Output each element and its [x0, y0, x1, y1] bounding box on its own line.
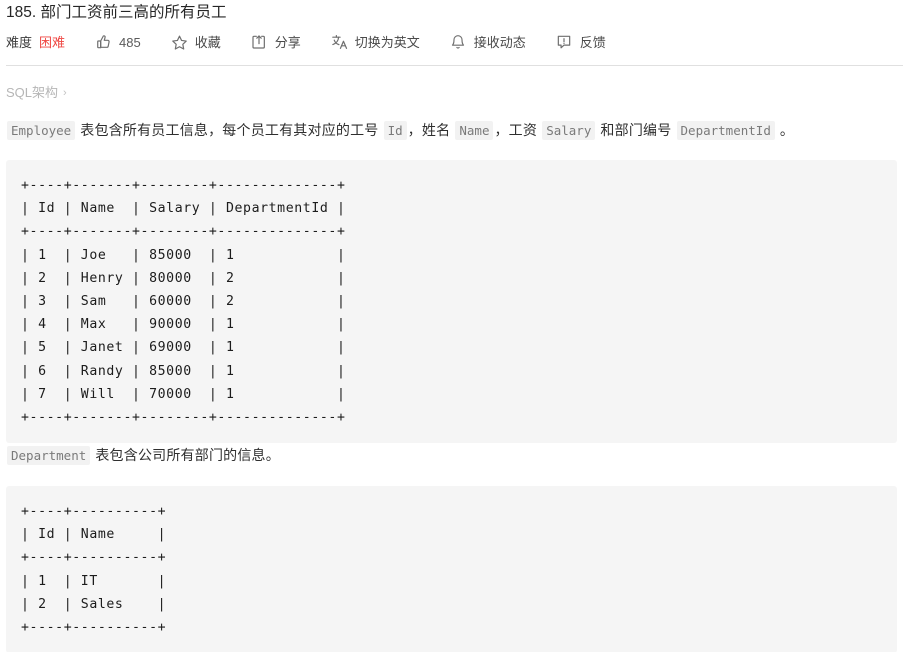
subscribe-button[interactable]: 接收动态 [450, 30, 526, 54]
difficulty-label: 难度 [6, 36, 32, 49]
inline-code-salary: Salary [542, 121, 595, 140]
share-label: 分享 [275, 36, 301, 49]
feedback-label: 反馈 [580, 36, 606, 49]
subscribe-label: 接收动态 [474, 36, 526, 49]
employee-desc-text-2: ，姓名 [408, 122, 455, 138]
problem-toolbar: 难度 困难 485 收藏 [6, 30, 606, 54]
inline-code-departmentid: DepartmentId [677, 121, 775, 140]
feedback-button[interactable]: 反馈 [556, 30, 606, 54]
feedback-bubble-icon [556, 34, 573, 51]
employee-desc-text-4: 和部门编号 [596, 122, 675, 138]
like-button[interactable]: 485 [95, 30, 141, 54]
breadcrumb[interactable]: SQL架构 › [6, 84, 67, 102]
department-table-ascii: +----+----------+ | Id | Name | +----+--… [21, 500, 897, 639]
department-desc-text-1: 表包含公司所有部门的信息。 [91, 447, 280, 463]
inline-code-department: Department [7, 446, 90, 465]
employee-desc-text-3: ，工资 [494, 122, 541, 138]
share-button[interactable]: 分享 [251, 30, 301, 54]
favorite-label: 收藏 [195, 36, 221, 49]
chevron-right-icon: › [63, 84, 67, 102]
difficulty-indicator: 难度 困难 [6, 30, 65, 54]
inline-code-employee: Employee [7, 121, 75, 140]
favorite-button[interactable]: 收藏 [171, 30, 221, 54]
department-table-codeblock: +----+----------+ | Id | Name | +----+--… [6, 486, 897, 652]
breadcrumb-label: SQL架构 [6, 84, 58, 102]
translate-button[interactable]: 切换为英文 [331, 30, 420, 54]
page-title: 185. 部门工资前三高的所有员工 [6, 2, 226, 24]
employee-desc-text-5: 。 [776, 122, 794, 138]
bell-icon [450, 34, 467, 51]
inline-code-id: Id [384, 121, 407, 140]
star-icon [171, 34, 188, 51]
employee-table-ascii: +----+-------+--------+--------------+ |… [21, 174, 897, 429]
inline-code-name: Name [455, 121, 493, 140]
share-box-icon [251, 34, 268, 51]
employee-table-codeblock: +----+-------+--------+--------------+ |… [6, 160, 897, 443]
employee-description: Employee 表包含所有员工信息，每个员工有其对应的工号 Id，姓名 Nam… [6, 119, 794, 142]
department-description: Department 表包含公司所有部门的信息。 [6, 444, 280, 467]
translate-label: 切换为英文 [355, 36, 420, 49]
employee-desc-text-1: 表包含所有员工信息，每个员工有其对应的工号 [76, 122, 382, 138]
like-count: 485 [119, 36, 141, 49]
translate-icon [331, 34, 348, 51]
difficulty-value: 困难 [39, 36, 65, 49]
problem-page: 185. 部门工资前三高的所有员工 难度 困难 485 收藏 [0, 0, 910, 652]
header-divider [6, 65, 903, 66]
thumbs-up-icon [95, 34, 112, 51]
